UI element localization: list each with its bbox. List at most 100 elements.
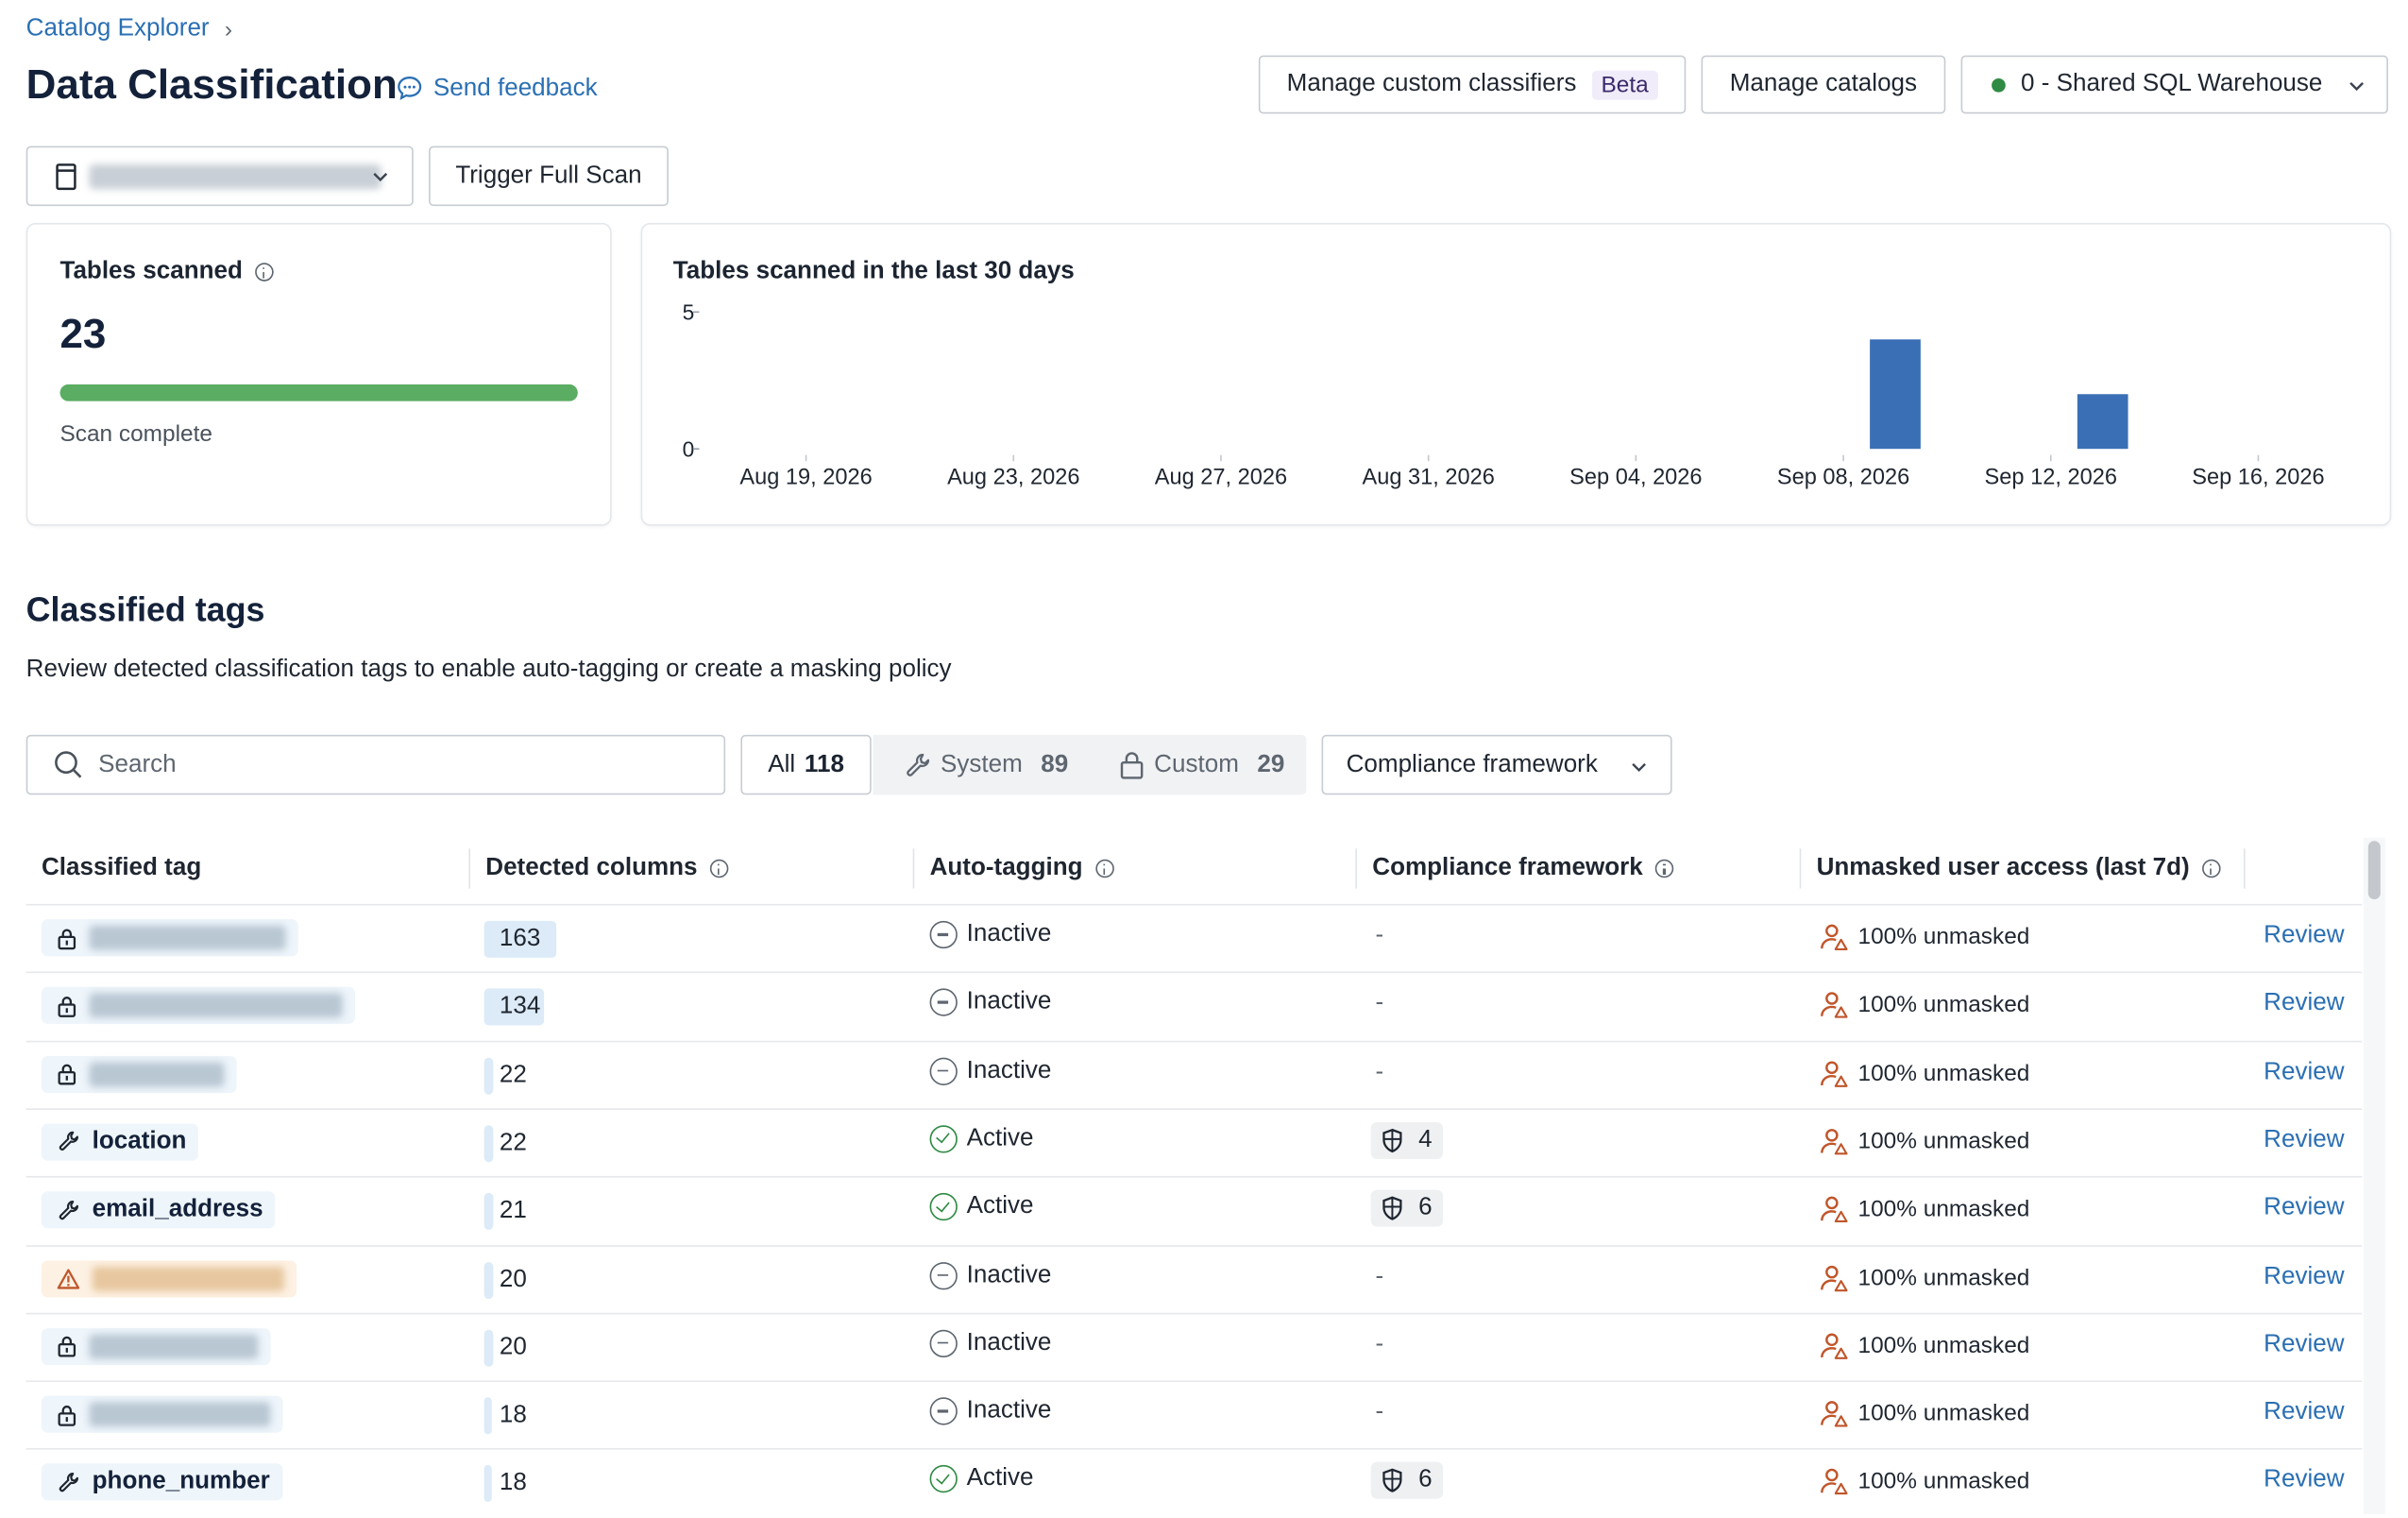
classified-tag-pill[interactable] — [41, 919, 298, 957]
manage-catalogs-button[interactable]: Manage catalogs — [1701, 55, 1946, 114]
minus-circle-icon — [929, 988, 958, 1017]
beta-badge: Beta — [1591, 70, 1658, 99]
classified-tag-pill[interactable] — [41, 1055, 237, 1093]
x-tick-label: Sep 12, 2026 — [1984, 466, 2117, 491]
detected-columns-cell: 21 — [483, 1192, 527, 1232]
column-header-classified-tag[interactable]: Classified tag — [42, 855, 201, 882]
review-link[interactable]: Review — [2264, 1399, 2344, 1426]
send-feedback-link[interactable]: Send feedback — [395, 74, 598, 103]
classified-tag-pill[interactable]: location — [41, 1123, 199, 1161]
review-link[interactable]: Review — [2264, 1127, 2344, 1154]
classified-tag-pill[interactable]: phone_number — [41, 1463, 282, 1501]
unmasked-access-value: 100% unmasked — [1857, 1128, 2030, 1154]
column-divider — [2244, 848, 2246, 889]
compliance-framework-badge[interactable]: 6 — [1370, 1462, 1443, 1500]
manage-custom-classifiers-button[interactable]: Manage custom classifiers Beta — [1258, 55, 1687, 114]
table-row[interactable]: location 22 Active 4 100% unmasked Review — [25, 1108, 2363, 1177]
table-scrollbar-thumb[interactable] — [2367, 841, 2381, 900]
chevron-down-icon — [1632, 762, 1646, 773]
auto-tagging-status-label: Inactive — [966, 1397, 1052, 1424]
table-scrollbar-track[interactable] — [2363, 837, 2385, 1514]
compliance-framework-badge[interactable]: 6 — [1370, 1189, 1443, 1227]
classified-tag-pill[interactable] — [41, 1327, 271, 1365]
auto-tagging-status: Active — [929, 1465, 1034, 1493]
table-row[interactable]: 163 Inactive - 100% unmasked Review — [25, 903, 2363, 973]
review-link[interactable]: Review — [2264, 1059, 2344, 1086]
classified-tag-pill[interactable]: email_address — [41, 1191, 276, 1229]
filter-system[interactable]: System 89 — [904, 735, 1068, 794]
auto-tagging-status-label: Active — [966, 1465, 1034, 1492]
catalog-selector[interactable] — [25, 145, 414, 207]
review-link[interactable]: Review — [2264, 1467, 2344, 1494]
column-divider — [1355, 848, 1357, 889]
table-row[interactable]: 134 Inactive - 100% unmasked Review — [25, 972, 2363, 1041]
trigger-full-scan-button[interactable]: Trigger Full Scan — [429, 145, 669, 207]
unmasked-access-value: 100% unmasked — [1857, 1264, 2030, 1291]
compliance-framework-filter[interactable]: Compliance framework — [1321, 734, 1672, 795]
filter-all[interactable]: All 118 — [740, 734, 872, 795]
redacted-tag-name — [89, 993, 343, 1018]
tables-scanned-card: Tables scanned 23 Scan complete — [25, 222, 612, 526]
review-link[interactable]: Review — [2264, 991, 2344, 1018]
info-icon[interactable] — [2201, 859, 2221, 878]
unmasked-access-cell: 100% unmasked — [1820, 1195, 2029, 1224]
classified-tag-pill[interactable] — [41, 1259, 297, 1297]
detected-columns-value: 18 — [499, 1402, 527, 1429]
column-header-auto-tagging[interactable]: Auto-tagging — [930, 855, 1114, 882]
detected-columns-cell: 163 — [483, 919, 557, 959]
info-icon[interactable] — [1654, 859, 1674, 878]
review-link[interactable]: Review — [2264, 1263, 2344, 1290]
warehouse-label: 0 - Shared SQL Warehouse — [2021, 70, 2323, 97]
table-row[interactable]: 18 Inactive - 100% unmasked Review — [25, 1380, 2363, 1450]
breadcrumb-separator: › — [224, 16, 233, 43]
table-row[interactable]: phone_number 18 Active 6 100% unmasked Review — [25, 1448, 2363, 1518]
compliance-framework-badge[interactable]: 4 — [1370, 1121, 1443, 1159]
redacted-tag-name — [92, 1266, 285, 1291]
auto-tagging-status: Active — [929, 1193, 1034, 1221]
compliance-framework-empty: - — [1375, 1262, 1384, 1289]
unmasked-access-value: 100% unmasked — [1857, 1060, 2030, 1086]
review-link[interactable]: Review — [2264, 1331, 2344, 1358]
table-row[interactable]: 22 Inactive - 100% unmasked Review — [25, 1040, 2363, 1109]
review-link[interactable]: Review — [2264, 922, 2344, 949]
chat-bubble-icon — [398, 77, 422, 101]
chart-bar[interactable] — [1870, 339, 1921, 450]
column-label: Compliance framework — [1372, 854, 1643, 881]
column-header-detected-columns[interactable]: Detected columns — [485, 854, 729, 882]
detected-columns-value: 21 — [499, 1198, 527, 1224]
user-warning-icon — [1821, 924, 1848, 950]
info-icon[interactable] — [254, 263, 274, 281]
filter-custom-label: Custom — [1154, 750, 1239, 777]
table-row[interactable]: email_address 21 Active 6 100% unmasked Revie… — [25, 1176, 2363, 1245]
table-row[interactable]: 20 Inactive - 100% unmasked Review — [25, 1312, 2363, 1381]
info-icon[interactable] — [1094, 859, 1114, 878]
unmasked-access-value: 100% unmasked — [1857, 992, 2030, 1018]
x-tick-label: Aug 19, 2026 — [739, 466, 873, 491]
table-row[interactable]: 20 Inactive - 100% unmasked Review — [25, 1244, 2363, 1313]
column-header-compliance-framework[interactable]: Compliance framework — [1372, 854, 1674, 882]
search-input[interactable]: Search — [25, 734, 726, 795]
auto-tagging-status: Inactive — [929, 1056, 1051, 1085]
minus-circle-icon — [929, 1261, 958, 1289]
scan-status: Scan complete — [59, 420, 212, 448]
filter-custom-count: 29 — [1257, 750, 1285, 777]
breadcrumb-catalog-explorer[interactable]: Catalog Explorer — [26, 15, 210, 43]
column-label: Detected columns — [485, 854, 698, 881]
lock-icon — [58, 996, 76, 1017]
filter-custom[interactable]: Custom 29 — [1119, 735, 1285, 794]
info-icon[interactable] — [709, 859, 729, 878]
shield-icon — [1382, 1469, 1402, 1493]
review-link[interactable]: Review — [2264, 1195, 2344, 1222]
column-divider — [912, 848, 915, 889]
column-header-unmasked-access[interactable]: Unmasked user access (last 7d) — [1817, 855, 2221, 882]
x-tick-label: Aug 27, 2026 — [1154, 466, 1288, 491]
warehouse-selector[interactable]: 0 - Shared SQL Warehouse — [1960, 55, 2388, 114]
chart-bar[interactable] — [2077, 394, 2128, 450]
auto-tagging-status: Inactive — [929, 1329, 1051, 1357]
tables-scanned-header: Tables scanned — [59, 258, 274, 285]
unmasked-access-cell: 100% unmasked — [1820, 1059, 2030, 1088]
classified-tag-pill[interactable] — [41, 987, 355, 1025]
classified-tag-pill[interactable] — [41, 1395, 283, 1433]
minus-circle-icon — [929, 1397, 958, 1425]
detected-columns-cell: 20 — [483, 1260, 527, 1300]
